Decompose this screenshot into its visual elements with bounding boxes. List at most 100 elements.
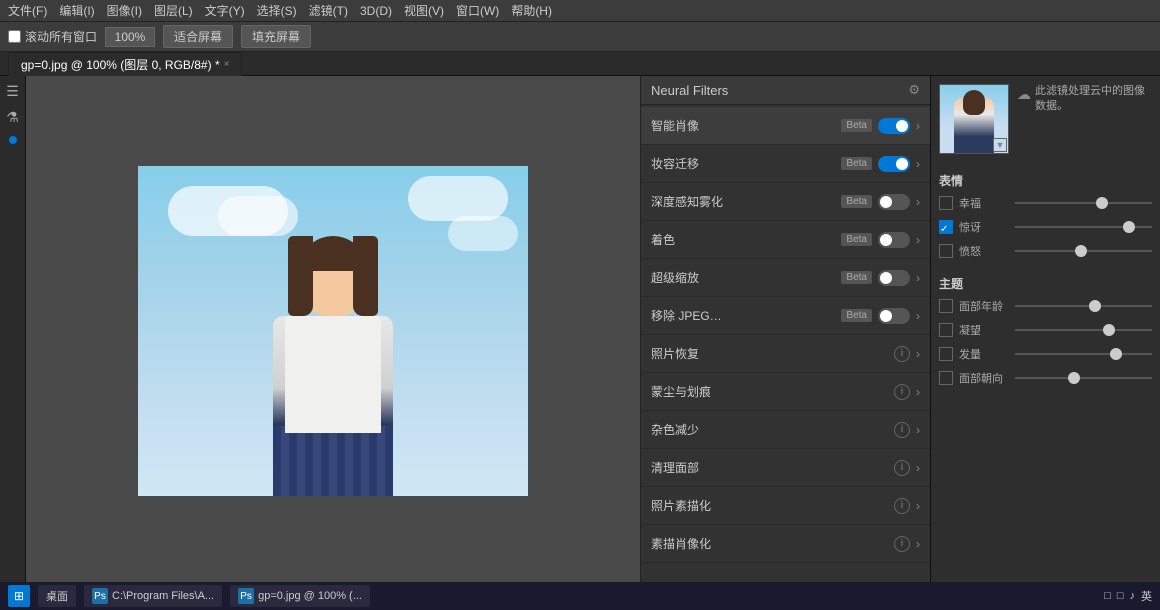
taskbar-ps-path[interactable]: Ps C:\Program Files\A... [84, 585, 222, 607]
expand-button[interactable]: ▼ [993, 138, 1007, 152]
tray-icon-2[interactable]: □ [1117, 590, 1124, 602]
filter-item-7[interactable]: 蒙尘与划痕i› [641, 373, 930, 411]
ps-icon: Ps [92, 588, 108, 604]
filter-arrow-5: › [916, 309, 920, 323]
document-tab[interactable]: gp=0.jpg @ 100% (图层 0, RGB/8#) * × [8, 52, 242, 76]
filter-toggle-3[interactable] [878, 232, 910, 248]
filter-item-5[interactable]: 移除 JPEG…Beta› [641, 297, 930, 335]
tab-close-button[interactable]: × [224, 59, 230, 70]
subject-sliders-label-0: 面部年龄 [959, 298, 1009, 314]
filter-item-3[interactable]: 着色Beta› [641, 221, 930, 259]
start-button[interactable]: ⊞ [8, 585, 30, 607]
filter-name-5: 移除 JPEG… [651, 307, 841, 324]
subject-sliders-checkbox-0[interactable] [939, 299, 953, 313]
filter-arrow-1: › [916, 157, 920, 171]
flask-icon[interactable]: ⚗ [2, 106, 24, 128]
filter-arrow-2: › [916, 195, 920, 209]
menu-text[interactable]: 文字(Y) [205, 2, 245, 19]
subject-sliders-thumb-3[interactable] [1068, 372, 1080, 384]
subject-sliders-row-0: 面部年龄 [939, 298, 1152, 314]
filter-badge-1: Beta [841, 157, 872, 170]
menu-file[interactable]: 文件(F) [8, 2, 47, 19]
subject-sliders-thumb-2[interactable] [1110, 348, 1122, 360]
expression-sliders-track-0[interactable] [1015, 202, 1152, 204]
expression-sliders-thumb-2[interactable] [1075, 245, 1087, 257]
filter-arrow-9: › [916, 461, 920, 475]
tray-icon-1[interactable]: □ [1104, 590, 1111, 602]
filter-item-10[interactable]: 照片素描化i› [641, 487, 930, 525]
expression-sliders-checkbox-2[interactable] [939, 244, 953, 258]
canvas-image [138, 166, 528, 496]
filter-toggle-2[interactable] [878, 194, 910, 210]
filter-name-0: 智能肖像 [651, 117, 841, 134]
tray-icon-3[interactable]: ♪ [1130, 590, 1136, 602]
neural-filters-panel: Neural Filters ⚙ 智能肖像Beta›妆容迁移Beta›深度感知雾… [640, 76, 930, 586]
expression-sliders-thumb-1[interactable] [1123, 221, 1135, 233]
tray-lang[interactable]: 英 [1141, 588, 1152, 604]
fill-screen-button[interactable]: 填充屏幕 [241, 25, 311, 48]
menu-edit[interactable]: 编辑(I) [59, 2, 94, 19]
filter-item-1[interactable]: 妆容迁移Beta › [641, 145, 930, 183]
expression-sliders-track-1[interactable] [1015, 226, 1152, 228]
menu-select[interactable]: 选择(S) [257, 2, 297, 19]
filter-toggle-4[interactable] [878, 270, 910, 286]
filter-item-9[interactable]: 清理面部i› [641, 449, 930, 487]
filter-badge-2: Beta [841, 195, 872, 208]
menu-help[interactable]: 帮助(H) [511, 2, 552, 19]
taskbar-ps-file[interactable]: Ps gp=0.jpg @ 100% (... [230, 585, 370, 607]
subject-sliders-checkbox-2[interactable] [939, 347, 953, 361]
expression-sliders-checkbox-0[interactable] [939, 196, 953, 210]
filter-arrow-10: › [916, 499, 920, 513]
menu-filter[interactable]: 滤镜(T) [309, 2, 348, 19]
filter-badge-10: i [894, 498, 910, 514]
subject-title: 主题 [939, 275, 1152, 292]
menu-layer[interactable]: 图层(L) [154, 2, 193, 19]
filter-toggle-5[interactable] [878, 308, 910, 324]
settings-icon[interactable]: ⚙ [908, 82, 920, 98]
filter-badge-0: Beta [841, 119, 872, 132]
filter-arrow-3: › [916, 233, 920, 247]
filter-item-11[interactable]: 素描肖像化i› [641, 525, 930, 563]
filter-name-4: 超级缩放 [651, 269, 841, 286]
ps-file-icon: Ps [238, 588, 254, 604]
filter-name-3: 着色 [651, 231, 841, 248]
filter-toggle-0[interactable] [878, 118, 910, 134]
expression-sliders-checkbox-1[interactable]: ✓ [939, 220, 953, 234]
subject-sliders-track-3[interactable] [1015, 377, 1152, 379]
zoom-level[interactable]: 100% [105, 27, 155, 47]
menu-image[interactable]: 图像(I) [107, 2, 142, 19]
cloud-icon: ☁ [1017, 85, 1031, 105]
subject-sliders-track-2[interactable] [1015, 353, 1152, 355]
circle-icon[interactable] [9, 136, 17, 144]
filter-item-2[interactable]: 深度感知雾化Beta › [641, 183, 930, 221]
filter-item-8[interactable]: 杂色减少i› [641, 411, 930, 449]
filter-item-6[interactable]: 照片恢复i› [641, 335, 930, 373]
expression-sliders-thumb-0[interactable] [1096, 197, 1108, 209]
filter-badge-6: i [894, 346, 910, 362]
filter-item-0[interactable]: 智能肖像Beta› [641, 107, 930, 145]
scroll-all-checkbox[interactable]: 滚动所有窗口 [8, 28, 97, 45]
filter-badge-4: Beta [841, 271, 872, 284]
scroll-all-input[interactable] [8, 30, 21, 43]
filter-icon[interactable]: ☰ [2, 80, 24, 102]
subject-sliders-thumb-0[interactable] [1089, 300, 1101, 312]
subject-sliders-checkbox-3[interactable] [939, 371, 953, 385]
scroll-all-label: 滚动所有窗口 [25, 28, 97, 45]
menu-window[interactable]: 窗口(W) [456, 2, 499, 19]
subject-sliders-track-0[interactable] [1015, 305, 1152, 307]
filter-badge-9: i [894, 460, 910, 476]
menu-view[interactable]: 视图(V) [404, 2, 444, 19]
menu-bar: 文件(F) 编辑(I) 图像(I) 图层(L) 文字(Y) 选择(S) 滤镜(T… [0, 0, 1160, 22]
menu-3d[interactable]: 3D(D) [360, 4, 392, 18]
subject-sliders-track-1[interactable] [1015, 329, 1152, 331]
fit-screen-button[interactable]: 适合屏幕 [163, 25, 233, 48]
filter-name-2: 深度感知雾化 [651, 193, 841, 210]
subject-sliders-checkbox-1[interactable] [939, 323, 953, 337]
taskbar-desktop[interactable]: 桌面 [38, 585, 76, 607]
filter-toggle-1[interactable] [878, 156, 910, 172]
filter-item-4[interactable]: 超级缩放Beta› [641, 259, 930, 297]
subject-sliders-thumb-1[interactable] [1103, 324, 1115, 336]
expression-sliders-track-2[interactable] [1015, 250, 1152, 252]
filter-name-1: 妆容迁移 [651, 155, 841, 172]
taskbar-ps-file-label: gp=0.jpg @ 100% (... [258, 590, 362, 602]
